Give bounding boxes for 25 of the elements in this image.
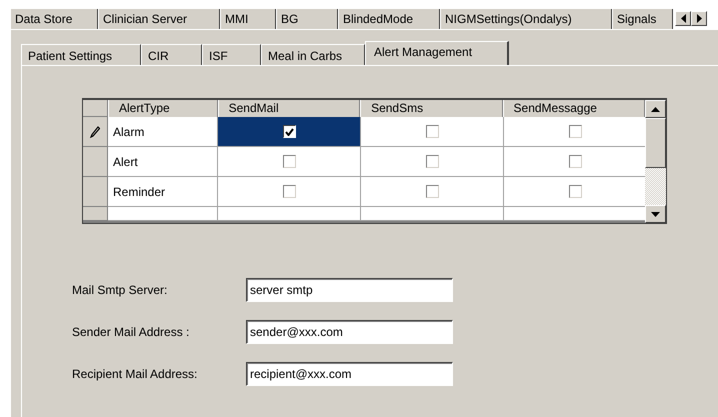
table-cell: Reminder (113, 184, 166, 198)
tab[interactable]: Signals (612, 9, 673, 29)
input-field[interactable]: recipient@xxx.com (246, 362, 453, 386)
field-label: Recipient Mail Address: (72, 367, 198, 381)
input-field[interactable]: server smtp (246, 278, 453, 302)
tab[interactable]: Clinician Server (98, 9, 220, 29)
column-header[interactable]: AlertType (108, 100, 218, 117)
column-header[interactable]: SendMessagge (502, 100, 645, 117)
tab[interactable]: Data Store (10, 9, 98, 29)
column-header[interactable]: SendMail (218, 100, 360, 117)
column-header[interactable]: SendSms (360, 100, 503, 117)
tab[interactable]: BlindedMode (338, 9, 440, 29)
tab[interactable]: Alert Management (365, 41, 509, 65)
table-cell: Alert (113, 154, 138, 168)
tab[interactable]: CIR (141, 44, 202, 65)
tab[interactable]: Patient Settings (21, 44, 141, 65)
field-label: Sender Mail Address : (72, 325, 190, 339)
input-field[interactable]: sender@xxx.com (246, 320, 453, 344)
field-label: Mail Smtp Server: (72, 283, 168, 297)
tab[interactable]: Meal in Carbs (261, 44, 365, 65)
table-cell: Alarm (113, 124, 144, 138)
tab[interactable]: MMI (220, 9, 276, 29)
tab[interactable]: BG (276, 9, 338, 29)
tab[interactable]: ISF (202, 44, 261, 65)
tab[interactable]: NIGMSettings(Ondalys) (440, 9, 612, 29)
